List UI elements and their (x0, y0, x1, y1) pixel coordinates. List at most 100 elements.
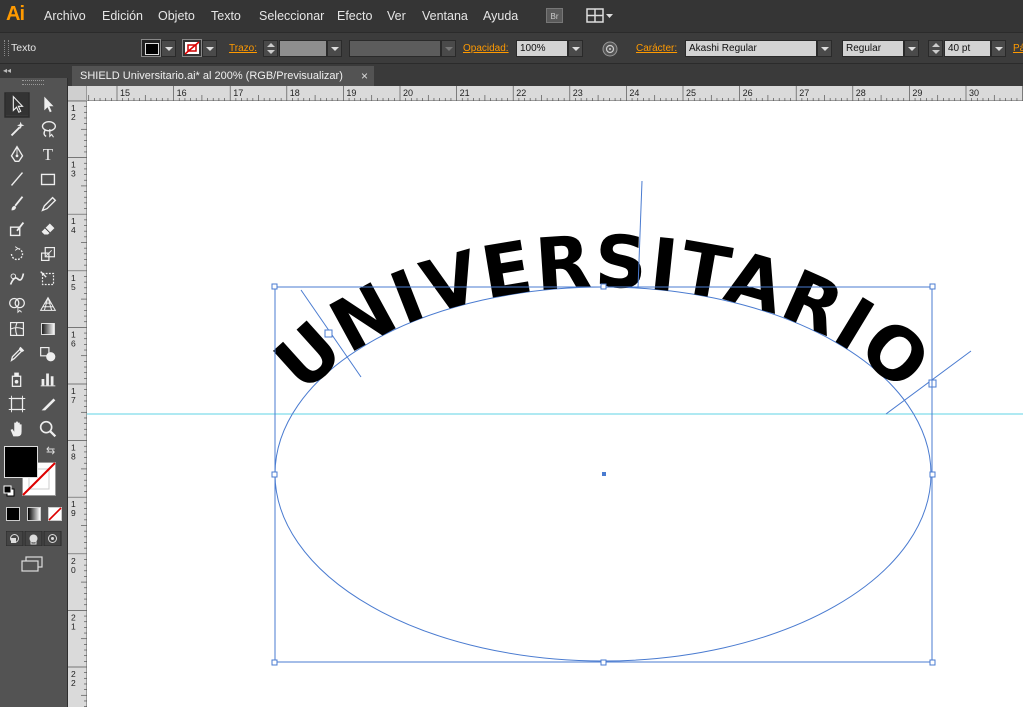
blob-brush-tool-icon[interactable] (5, 218, 29, 240)
pencil-tool-icon[interactable] (36, 193, 60, 215)
handle-middle-right[interactable] (929, 471, 936, 478)
ruler-label: 21 (460, 88, 470, 98)
artboard-tool-icon[interactable] (5, 393, 29, 415)
stroke-weight-dropdown[interactable] (327, 40, 342, 57)
eyedropper-tool-icon[interactable] (5, 343, 29, 365)
font-family-dropdown[interactable] (817, 40, 832, 57)
eraser-tool-icon[interactable] (36, 218, 60, 240)
handle-bottom-middle[interactable] (600, 659, 607, 666)
rotate-tool-icon[interactable] (5, 243, 29, 265)
path-text[interactable]: UNIVERSITARIO (258, 219, 947, 406)
horizontal-ruler-ticks: 15 16 17 18 19 20 21 22 23 24 25 26 27 28 29 30 (88, 86, 1023, 101)
handle-top-right[interactable] (929, 283, 936, 290)
opacity-dropdown[interactable] (568, 40, 583, 57)
menu-objeto[interactable]: Objeto (158, 9, 195, 23)
tool-name: Texto (11, 42, 37, 54)
menu-archivo[interactable]: Archivo (44, 9, 86, 23)
handle-bottom-right[interactable] (929, 659, 936, 666)
character-label[interactable]: Carácter: (636, 43, 677, 54)
color-mode-button[interactable] (6, 507, 20, 521)
magic-wand-tool-icon[interactable] (5, 118, 29, 140)
font-family-field[interactable]: Akashi Regular (685, 40, 817, 57)
opacity-label[interactable]: Opacidad: (463, 43, 509, 54)
variable-width-dropdown[interactable] (441, 40, 456, 57)
font-size-stepper[interactable] (928, 40, 943, 57)
blend-tool-icon[interactable] (36, 343, 60, 365)
collapse-panel-icon[interactable]: ◂◂ (3, 66, 11, 75)
hand-tool-icon[interactable] (5, 418, 29, 440)
symbol-sprayer-tool-icon[interactable] (5, 368, 29, 390)
horizontal-ruler[interactable]: 15 16 17 18 19 20 21 22 23 24 25 26 27 28 29 30 (87, 86, 1023, 101)
default-fill-stroke-icon[interactable] (3, 485, 15, 497)
ruler-label: 0 (71, 565, 76, 575)
artwork[interactable]: UNIVERSITARIO (87, 101, 1023, 707)
lasso-tool-icon[interactable] (36, 118, 60, 140)
mesh-tool-icon[interactable] (5, 318, 29, 340)
control-bar-grip[interactable] (4, 40, 9, 56)
font-size-field[interactable]: 40 pt (944, 40, 991, 57)
fill-swatch[interactable] (141, 39, 161, 57)
line-segment-tool-icon[interactable] (5, 168, 29, 190)
column-graph-tool-icon[interactable] (36, 368, 60, 390)
gradient-mode-button[interactable] (27, 507, 41, 521)
vertical-ruler[interactable]: 1213141516171819202122 (68, 101, 87, 707)
ruler-label: 5 (71, 282, 76, 292)
fill-dropdown[interactable] (161, 40, 176, 57)
menu-efecto[interactable]: Efecto (337, 9, 372, 23)
paintbrush-tool-icon[interactable] (5, 193, 29, 215)
fill-color-swatch-front[interactable] (4, 446, 38, 478)
selection-tool-icon[interactable] (5, 93, 29, 115)
menu-ver[interactable]: Ver (387, 9, 406, 23)
opacity-field[interactable]: 100% (516, 40, 568, 57)
font-style-dropdown[interactable] (904, 40, 919, 57)
free-transform-tool-icon[interactable] (36, 268, 60, 290)
warp-tool-icon[interactable] (5, 268, 29, 290)
ruler-label: 23 (573, 88, 583, 98)
font-style-field[interactable]: Regular (842, 40, 904, 57)
rectangle-tool-icon[interactable] (36, 168, 60, 190)
stroke-weight-field[interactable] (279, 40, 327, 57)
ruler-origin[interactable] (68, 86, 87, 101)
path-start-handle[interactable] (324, 329, 333, 338)
stroke-dropdown[interactable] (202, 40, 217, 57)
bridge-button[interactable]: Br (546, 8, 563, 23)
zoom-tool-icon[interactable] (36, 418, 60, 440)
direct-selection-tool-icon[interactable] (36, 93, 60, 115)
paragraph-label[interactable]: Pá (1013, 43, 1023, 54)
gradient-tool-icon[interactable] (36, 318, 60, 340)
artboard-canvas[interactable]: UNIVERSITARIO (87, 101, 1023, 707)
document-tab[interactable]: SHIELD Universitario.ai* al 200% (RGB/Pr… (72, 66, 374, 86)
type-tool-icon[interactable]: T (36, 143, 60, 165)
tools-panel-grip[interactable] (22, 80, 44, 85)
stroke-label[interactable]: Trazo: (229, 43, 257, 54)
handle-bottom-left[interactable] (271, 659, 278, 666)
screen-mode-icon[interactable] (20, 556, 44, 572)
drawing-modes[interactable] (6, 531, 62, 546)
swap-fill-stroke-icon[interactable]: ⇆ (46, 444, 55, 457)
handle-top-left[interactable] (271, 283, 278, 290)
scale-tool-icon[interactable] (36, 243, 60, 265)
close-tab-icon[interactable]: × (361, 69, 368, 83)
recolor-artwork-icon[interactable] (601, 40, 619, 58)
menu-texto[interactable]: Texto (211, 9, 241, 23)
stroke-none-swatch[interactable] (182, 39, 202, 57)
ruler-label: 26 (743, 88, 753, 98)
none-mode-button[interactable] (48, 507, 62, 521)
ruler-label: 24 (629, 88, 639, 98)
menu-ayuda[interactable]: Ayuda (483, 9, 518, 23)
handle-top-middle[interactable] (600, 283, 607, 290)
ruler-label: 9 (71, 508, 76, 518)
font-size-dropdown[interactable] (991, 40, 1006, 57)
tools-panel-header[interactable]: ◂◂ (0, 64, 68, 78)
shape-builder-tool-icon[interactable] (5, 293, 29, 315)
arrange-documents-icon[interactable] (586, 7, 616, 25)
pen-tool-icon[interactable] (5, 143, 29, 165)
slice-tool-icon[interactable] (36, 393, 60, 415)
handle-middle-left[interactable] (271, 471, 278, 478)
menu-seleccionar[interactable]: Seleccionar (259, 9, 324, 23)
menu-edicion[interactable]: Edición (102, 9, 143, 23)
variable-width-field[interactable] (349, 40, 441, 57)
perspective-grid-tool-icon[interactable] (36, 293, 60, 315)
stroke-weight-stepper[interactable] (263, 40, 278, 57)
menu-ventana[interactable]: Ventana (422, 9, 468, 23)
